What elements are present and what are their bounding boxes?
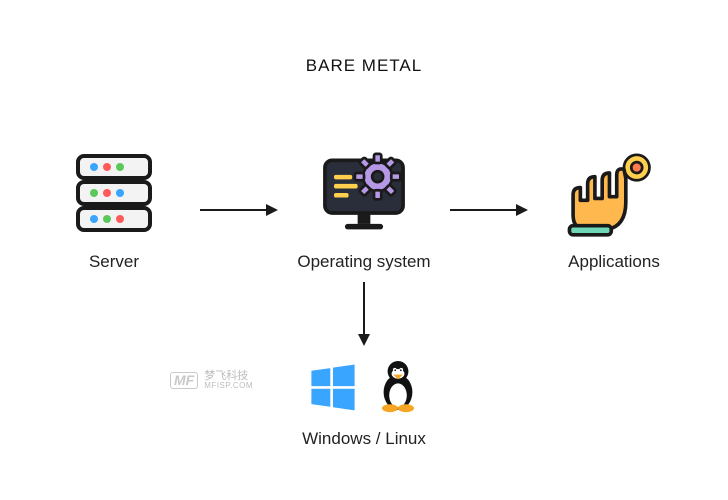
monitor-gear-icon [314, 148, 414, 238]
node-server: Server [34, 148, 194, 272]
os-choices-label: Windows / Linux [302, 429, 426, 449]
linux-tux-icon [374, 356, 422, 419]
arrow-os-to-apps [444, 165, 534, 255]
arrow-os-to-choices-wrap [0, 278, 728, 348]
hand-tap-icon [564, 148, 664, 238]
node-apps-label: Applications [568, 252, 660, 272]
node-server-label: Server [89, 252, 139, 272]
node-applications: Applications [534, 148, 694, 272]
os-choices: Windows / Linux [0, 356, 728, 449]
main-row: Server [0, 148, 728, 272]
diagram-title: BARE METAL [0, 56, 728, 76]
os-icons-row [306, 356, 422, 419]
watermark-badge: MF [170, 372, 198, 389]
watermark-text: 梦飞科技 MFISP.COM [204, 370, 253, 391]
server-icon [64, 148, 164, 238]
node-operating-system: Operating system [284, 148, 444, 272]
watermark: MF 梦飞科技 MFISP.COM [170, 370, 253, 391]
watermark-line2: MFISP.COM [204, 382, 253, 391]
arrow-server-to-os [194, 165, 284, 255]
node-os-label: Operating system [297, 252, 430, 272]
windows-icon [306, 360, 360, 419]
arrow-os-to-choices [344, 278, 384, 348]
